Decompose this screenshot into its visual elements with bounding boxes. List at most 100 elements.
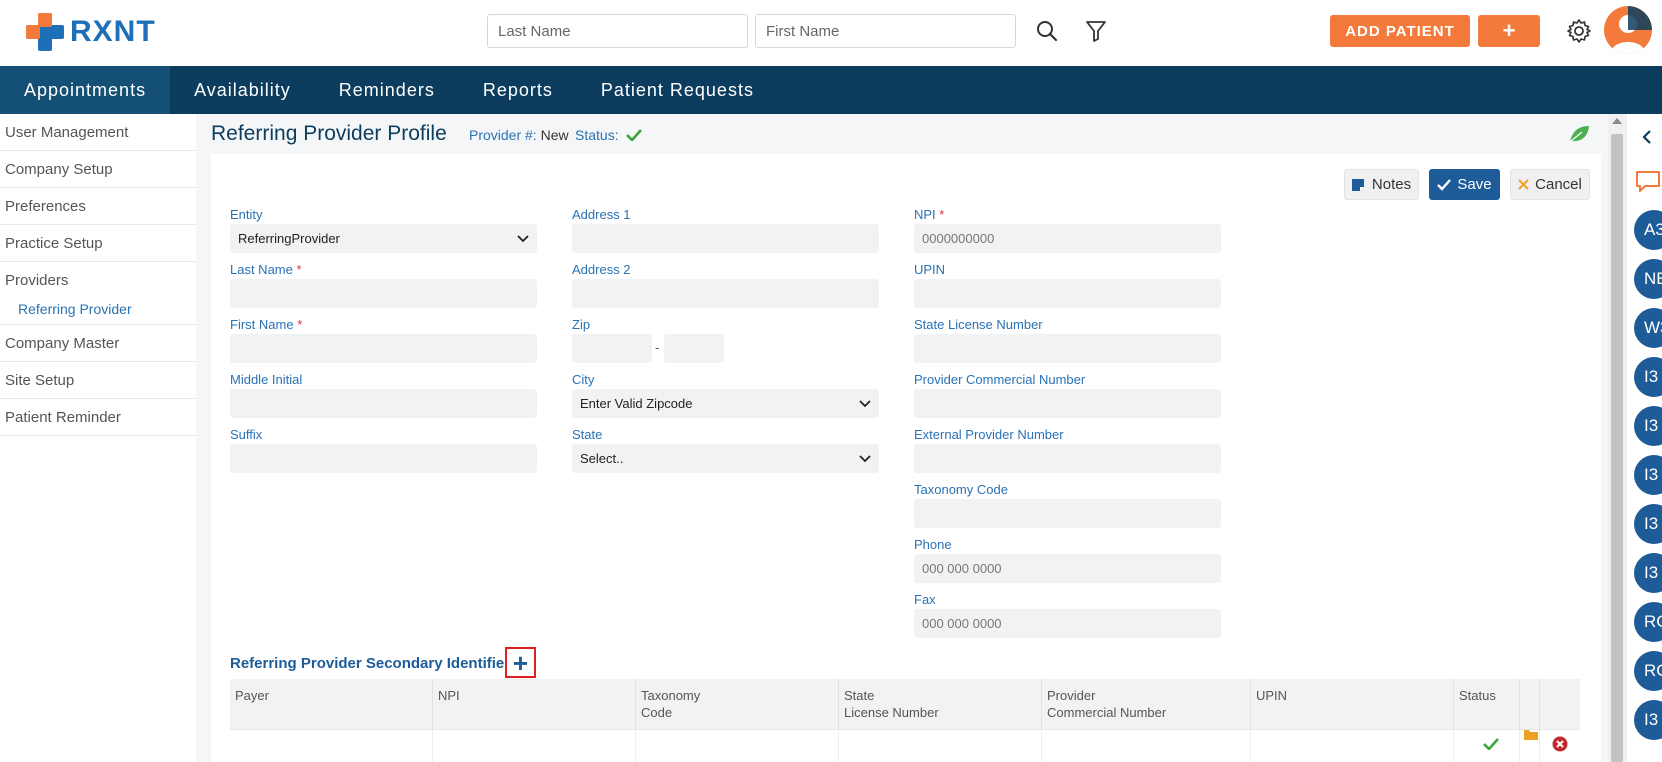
last-name-field[interactable] [230, 279, 537, 308]
cancel-label: Cancel [1535, 176, 1582, 193]
vertical-scrollbar[interactable] [1608, 114, 1626, 762]
state-license-field[interactable] [914, 334, 1221, 363]
leaf-icon[interactable] [1568, 124, 1590, 144]
folder-icon[interactable] [1524, 728, 1538, 740]
scroll-up-arrow-icon[interactable] [1612, 118, 1622, 124]
sidebar-item-preferences[interactable]: Preferences [0, 188, 196, 225]
col-taxonomy-code[interactable]: Taxonomy Code [636, 679, 839, 729]
sidebar-item-referring-provider[interactable]: Referring Provider [0, 299, 196, 325]
chat-icon[interactable] [1635, 170, 1661, 194]
upin-label: UPIN [914, 262, 946, 277]
state-value: Select.. [580, 451, 624, 466]
user-avatar[interactable] [1604, 6, 1652, 54]
scrollbar-thumb[interactable] [1611, 134, 1623, 762]
cell-upin[interactable] [1251, 730, 1454, 762]
status-check-icon [626, 129, 643, 142]
nav-appointments[interactable]: Appointments [0, 66, 171, 114]
col-action-2 [1540, 679, 1580, 729]
city-label: City [572, 372, 595, 387]
nav-reminders[interactable]: Reminders [315, 66, 459, 114]
rail-bubble-7[interactable]: I3 [1634, 504, 1662, 544]
fax-field[interactable] [914, 609, 1221, 638]
suffix-field[interactable] [230, 444, 537, 473]
external-provider-field[interactable] [914, 444, 1221, 473]
col-action-1 [1520, 679, 1540, 729]
zip-dash: - [655, 340, 660, 355]
rail-bubble-2[interactable]: NE [1634, 259, 1662, 299]
cell-npi[interactable] [433, 730, 636, 762]
nav-patient-requests[interactable]: Patient Requests [577, 66, 778, 114]
rail-bubble-11[interactable]: I3 [1634, 700, 1662, 740]
rail-bubble-3[interactable]: W3 [1634, 308, 1662, 348]
phone-field[interactable] [914, 554, 1221, 583]
cell-payer[interactable] [230, 730, 433, 762]
sidebar-item-patient-reminder[interactable]: Patient Reminder [0, 399, 196, 436]
first-name-search-input[interactable] [755, 14, 1016, 48]
cancel-button[interactable]: Cancel [1510, 169, 1590, 200]
delete-icon[interactable] [1552, 736, 1568, 752]
provider-number: Provider #: New [469, 127, 569, 143]
address1-field[interactable] [572, 224, 879, 253]
nav-availability[interactable]: Availability [170, 66, 315, 114]
col-state-license-number[interactable]: State License Number [839, 679, 1042, 729]
npi-field[interactable] [914, 224, 1221, 253]
rail-bubble-9[interactable]: RG [1634, 602, 1662, 642]
col-status[interactable]: Status [1454, 679, 1520, 729]
col-upin[interactable]: UPIN [1251, 679, 1454, 729]
col-payer[interactable]: Payer [230, 679, 433, 729]
cancel-x-icon [1518, 179, 1529, 190]
sidebar-item-practice-setup[interactable]: Practice Setup [0, 225, 196, 262]
first-name-field[interactable] [230, 334, 537, 363]
cell-taxonomy[interactable] [636, 730, 839, 762]
quick-add-button[interactable]: + [1478, 15, 1540, 47]
sidebar-item-company-master[interactable]: Company Master [0, 325, 196, 362]
state-license-label: State License Number [914, 317, 1043, 332]
state-label: State [572, 427, 603, 442]
address2-label: Address 2 [572, 262, 631, 277]
nav-reports[interactable]: Reports [459, 66, 577, 114]
save-button[interactable]: Save [1429, 169, 1500, 200]
add-patient-button[interactable]: ADD PATIENT [1330, 15, 1470, 47]
cell-state-license[interactable] [839, 730, 1042, 762]
chevron-down-icon [517, 234, 529, 242]
address2-field[interactable] [572, 279, 879, 308]
npi-label: NPI * [914, 207, 945, 222]
provider-commercial-field[interactable] [914, 389, 1221, 418]
middle-initial-field[interactable] [230, 389, 537, 418]
last-name-search-input[interactable] [487, 14, 748, 48]
rail-bubble-4[interactable]: I3 [1634, 357, 1662, 397]
rail-bubble-6[interactable]: I3 [1634, 455, 1662, 495]
sidebar-item-providers[interactable]: Providers [0, 262, 196, 299]
sidebar-item-site-setup[interactable]: Site Setup [0, 362, 196, 399]
taxonomy-field[interactable] [914, 499, 1221, 528]
rail-bubble-1[interactable]: A3 [1634, 210, 1662, 250]
fax-label: Fax [914, 592, 936, 607]
search-icon[interactable] [1034, 18, 1060, 44]
col-npi[interactable]: NPI [433, 679, 636, 729]
rail-bubble-10[interactable]: RG [1634, 651, 1662, 691]
zip-extension-field[interactable] [664, 334, 724, 363]
state-select[interactable]: Select.. [572, 444, 879, 473]
provider-commercial-label: Provider Commercial Number [914, 372, 1086, 387]
sidebar-item-company-setup[interactable]: Company Setup [0, 151, 196, 188]
rail-bubble-5[interactable]: I3 [1634, 406, 1662, 446]
zip-field[interactable] [572, 334, 652, 363]
city-select[interactable]: Enter Valid Zipcode [572, 389, 879, 418]
middle-initial-label: Middle Initial [230, 372, 303, 387]
add-secondary-identifier-button[interactable]: + [505, 647, 536, 678]
chevron-left-icon[interactable] [1641, 130, 1653, 144]
entity-select[interactable]: ReferringProvider [230, 224, 537, 253]
rxnt-logo[interactable]: RXNT [26, 12, 156, 52]
filter-icon[interactable] [1083, 18, 1109, 44]
cell-provider-commercial[interactable] [1042, 730, 1251, 762]
notes-button[interactable]: Notes [1344, 169, 1419, 200]
upin-field[interactable] [914, 279, 1221, 308]
sidebar-item-user-management[interactable]: User Management [0, 114, 196, 151]
chevron-down-icon [859, 399, 871, 407]
rail-bubble-8[interactable]: I3 [1634, 553, 1662, 593]
status-label: Status: [575, 127, 619, 143]
table-row [230, 729, 1580, 762]
gear-icon[interactable] [1566, 18, 1592, 44]
entity-value: ReferringProvider [238, 231, 340, 246]
col-provider-commercial-number[interactable]: Provider Commercial Number [1042, 679, 1251, 729]
